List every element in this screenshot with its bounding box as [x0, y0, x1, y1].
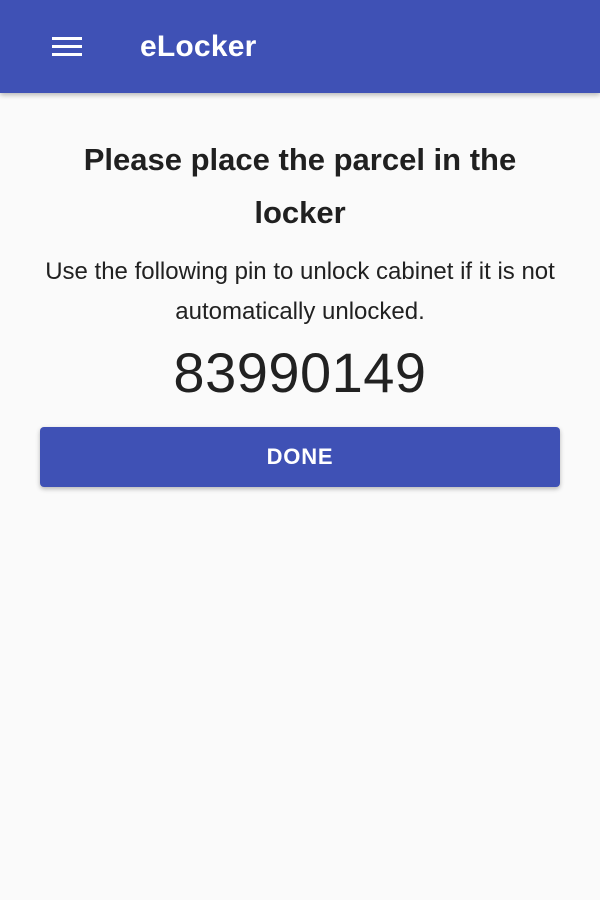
app-title: eLocker — [140, 30, 257, 63]
app-bar: eLocker — [0, 0, 600, 93]
hamburger-menu-icon — [52, 37, 82, 57]
menu-icon-line — [52, 37, 82, 40]
menu-button[interactable] — [38, 23, 96, 71]
menu-icon-line — [52, 45, 82, 48]
main-content: Please place the parcel in the locker Us… — [0, 93, 600, 900]
done-button-label: DONE — [266, 444, 334, 469]
menu-icon-line — [52, 53, 82, 56]
instructions-text: Use the following pin to unlock cabinet … — [45, 258, 555, 325]
pin-code: 83990149 — [173, 341, 427, 404]
page-title: Please place the parcel in the locker — [83, 142, 517, 230]
done-button[interactable]: DONE — [40, 427, 560, 487]
